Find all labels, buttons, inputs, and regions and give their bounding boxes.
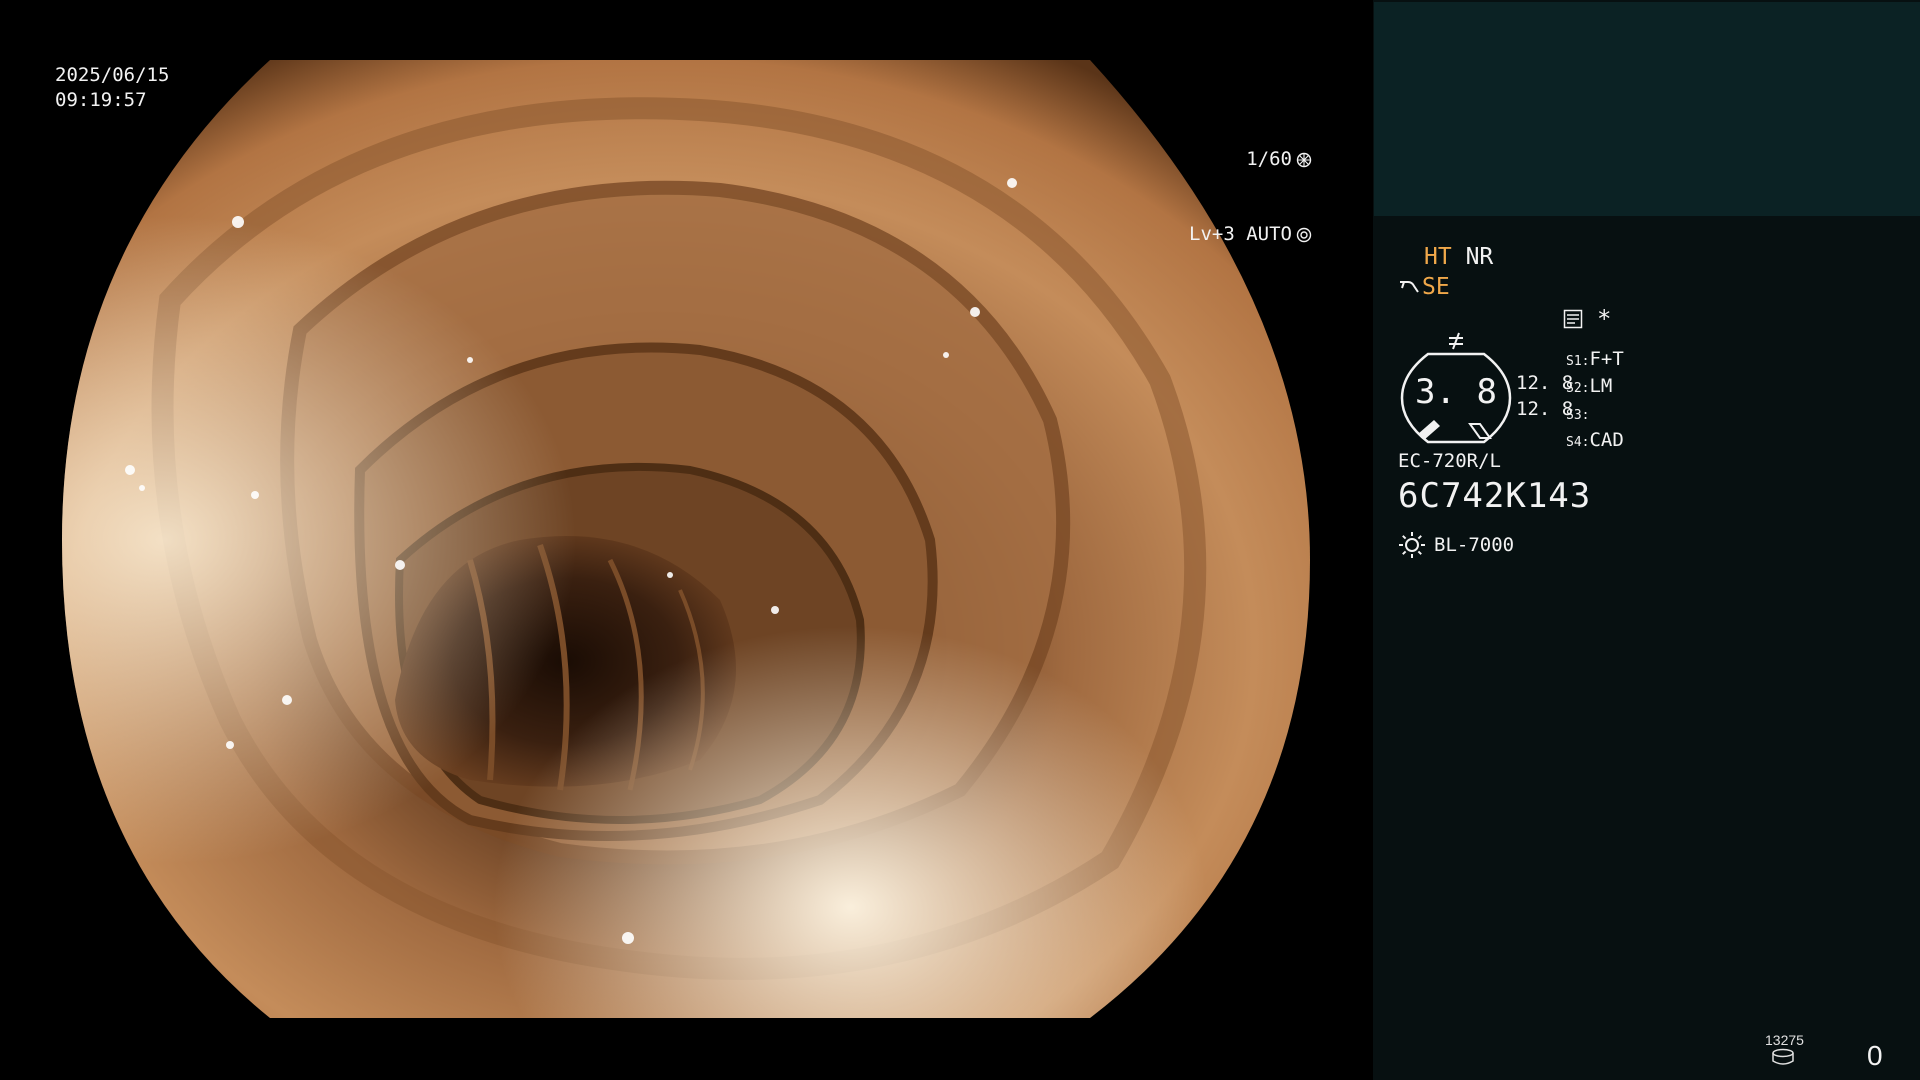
date-time-display: 2025/06/15 09:19:57 xyxy=(55,63,169,113)
nr-mode-label: NR xyxy=(1465,244,1494,270)
switch-value: F+T xyxy=(1589,348,1624,370)
thumbnail-area xyxy=(1374,2,1920,216)
shutter-speed-text: 1/60 xyxy=(1246,148,1292,170)
aperture-icon xyxy=(1296,152,1312,167)
gauge-value: 3. 8 xyxy=(1415,372,1497,412)
switch-row: S1:F+T xyxy=(1566,348,1624,370)
disk-icon xyxy=(1772,1048,1794,1065)
switch-key: S2 xyxy=(1566,381,1582,396)
switch-key: S3 xyxy=(1566,408,1582,423)
switch-row: S2:LM xyxy=(1566,375,1613,397)
gauge-side-values: 12. 8 12. 8 xyxy=(1516,370,1573,422)
gauge-side-value-1: 12. 8 xyxy=(1516,372,1574,394)
scope-serial-number: 6C742K143 xyxy=(1398,476,1592,516)
scope-switch-list: S1:F+T S2:LM S3: S4:CAD xyxy=(1566,347,1624,455)
switch-key: S4 xyxy=(1566,435,1582,450)
scope-model: EC-720R/L xyxy=(1398,450,1501,472)
endoscope-live-view: 2025/06/15 09:19:57 1/60 Lv+3 AUTO xyxy=(0,0,1372,1080)
scope-tip-icon xyxy=(1400,281,1419,293)
image-mode-row: HT NR xyxy=(1424,244,1493,270)
date-text: 2025/06/15 xyxy=(55,64,170,86)
ht-mode-label: HT xyxy=(1424,244,1452,270)
enhancement-mode-row: SE xyxy=(1398,274,1450,300)
light-source-row: BL-7000 xyxy=(1398,531,1514,559)
switch-key: S1 xyxy=(1566,354,1582,369)
light-source-model: BL-7000 xyxy=(1434,534,1515,556)
not-equal-icon xyxy=(1449,332,1464,350)
switch-row: S4:CAD xyxy=(1566,429,1624,451)
switch-value: LM xyxy=(1589,375,1613,397)
sun-icon xyxy=(1399,532,1425,558)
memo-icon xyxy=(1563,309,1583,329)
switch-value: CAD xyxy=(1589,429,1624,451)
switch-row: S3: xyxy=(1566,408,1590,423)
time-text: 09:19:57 xyxy=(55,89,147,111)
gauge-side-value-2: 12. 8 xyxy=(1516,398,1574,420)
image-count: 0 xyxy=(1867,1040,1883,1071)
endoscopy-image xyxy=(62,60,1310,1018)
exposure-settings: 1/60 Lv+3 AUTO xyxy=(1189,97,1312,297)
iris-icon xyxy=(1296,227,1312,242)
processor-info-panel: HT NR SE * 3. 8 12. 8 12. 8 S1:F+T S2:LM S… xyxy=(1373,0,1920,1080)
capture-counter: 13275 xyxy=(1765,1032,1804,1048)
asterisk-mark: * xyxy=(1597,305,1612,333)
record-status: * xyxy=(1563,306,1611,332)
level-mode-text: Lv+3 AUTO xyxy=(1189,223,1292,245)
se-mode-label: SE xyxy=(1422,274,1450,300)
